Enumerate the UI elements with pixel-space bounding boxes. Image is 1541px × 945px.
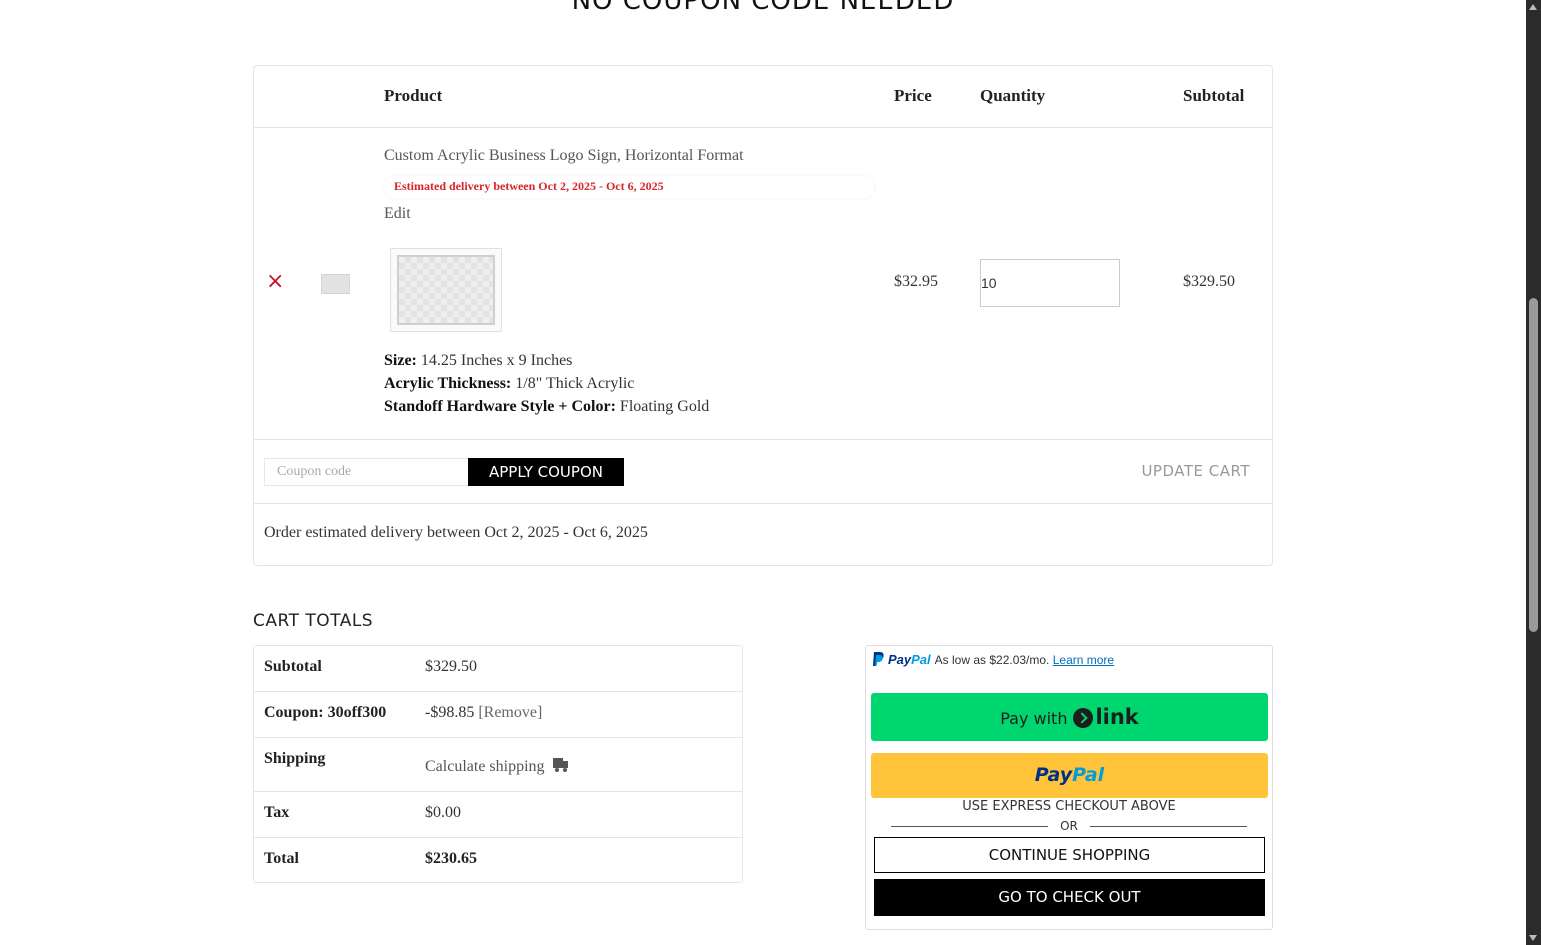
scrollbar-thumb[interactable] [1529,298,1538,632]
item-thumbnail[interactable] [321,274,350,294]
cart-table: Product Price Quantity Subtotal × Custom… [253,65,1273,566]
totals-label: Coupon: 30off300 [264,704,387,721]
totals-value: $230.65 [425,850,477,867]
paypal-pay-later-message: PayPal As low as $22.03/mo. Learn more [872,652,1114,667]
attr-label: Acrylic Thickness: [384,375,512,392]
shipping-text: Calculate shipping [425,758,545,775]
header-subtotal: Subtotal [1183,86,1245,105]
attr-label: Size: [384,352,417,369]
edit-item-link[interactable]: Edit [384,205,411,223]
cart-table-header: Product Price Quantity Subtotal [254,66,1272,128]
coupon-code-input[interactable]: Coupon code [264,458,469,486]
quantity-value: 10 [981,275,997,291]
delivery-estimate-badge: Estimated delivery between Oct 2, 2025 -… [384,176,874,198]
totals-label: Tax [264,804,290,821]
totals-value: $0.00 [425,804,461,821]
remove-coupon-link[interactable]: [Remove] [478,704,542,721]
totals-value: $329.50 [425,658,477,675]
scroll-up-arrow-icon[interactable] [1529,4,1537,10]
calculate-shipping-link[interactable]: Calculate shipping [425,758,569,776]
header-price: Price [894,86,932,105]
attr-size: Size: 14.25 Inches x 9 Inches [384,352,572,370]
or-divider: OR [891,819,1247,835]
continue-shopping-button[interactable]: CONTINUE SHOPPING [874,837,1265,873]
totals-row-subtotal: Subtotal $329.50 [254,646,742,692]
paypal-logo: PayPal [888,652,931,667]
page-scrollbar[interactable] [1526,0,1541,945]
checkout-box: PayPal As low as $22.03/mo. Learn more Pa… [865,645,1273,930]
paypal-learn-more-link[interactable]: Learn more [1053,653,1114,667]
scroll-down-arrow-icon[interactable] [1529,935,1537,941]
paypal-icon [873,652,884,666]
attr-value: 14.25 Inches x 9 Inches [420,352,573,369]
paypal-button-pay: Pay [1034,764,1073,786]
divider-line [1090,826,1247,827]
totals-row-total: Total $230.65 [254,838,742,883]
totals-row-tax: Tax $0.00 [254,792,742,838]
paypal-installment-text: As low as $22.03/mo. [934,653,1050,667]
totals-label: Shipping [264,750,326,767]
totals-label: Subtotal [264,658,322,675]
attr-value: Floating Gold [619,398,710,415]
order-delivery-estimate: Order estimated delivery between Oct 2, … [264,524,648,541]
remove-item-icon[interactable]: × [266,271,286,293]
item-subtotal: $329.50 [1183,273,1235,290]
paypal-logo-pal: Pal [911,652,931,667]
truck-icon [552,758,569,772]
paypal-button[interactable]: PayPal [871,753,1268,798]
cart-totals-title: CART TOTALS [253,611,374,631]
totals-label: Total [264,850,299,867]
attr-value: 1/8" Thick Acrylic [515,375,635,392]
paypal-button-pal: Pal [1072,764,1105,786]
link-logo-text: link [1095,705,1139,729]
coupon-discount: -$98.85 [425,704,475,721]
product-image[interactable] [390,248,502,332]
pay-with-link-button[interactable]: Pay with link [871,693,1268,741]
totals-row-shipping: Shipping Calculate shipping [254,738,742,792]
header-quantity: Quantity [980,86,1046,105]
apply-coupon-button[interactable]: APPLY COUPON [468,458,624,486]
go-to-checkout-button[interactable]: GO TO CHECK OUT [874,879,1265,916]
update-cart-button[interactable]: UPDATE CART [1141,462,1250,480]
link-pay-with-text: Pay with [1000,709,1068,728]
item-price: $32.95 [894,273,938,290]
totals-row-coupon: Coupon: 30off300 -$98.85 [Remove] [254,692,742,738]
express-checkout-text: USE EXPRESS CHECKOUT ABOVE [962,799,1176,814]
totals-value: -$98.85 [Remove] [425,704,542,722]
quantity-input[interactable]: 10 [980,259,1120,307]
coupon-row: Coupon code APPLY COUPON UPDATE CART [254,439,1272,504]
cart-totals-table: Subtotal $329.50 Coupon: 30off300 -$98.8… [253,645,743,883]
attr-label: Standoff Hardware Style + Color: [384,398,616,415]
link-arrow-icon [1073,708,1094,728]
product-name[interactable]: Custom Acrylic Business Logo Sign, Horiz… [384,147,744,165]
attr-thickness: Acrylic Thickness: 1/8" Thick Acrylic [384,375,634,393]
paypal-logo-pay: Pay [888,652,912,667]
header-product: Product [384,86,443,105]
page-heading: NO COUPON CODE NEEDED [571,0,955,16]
product-image-placeholder [397,255,495,325]
attr-standoff: Standoff Hardware Style + Color: Floatin… [384,398,709,416]
